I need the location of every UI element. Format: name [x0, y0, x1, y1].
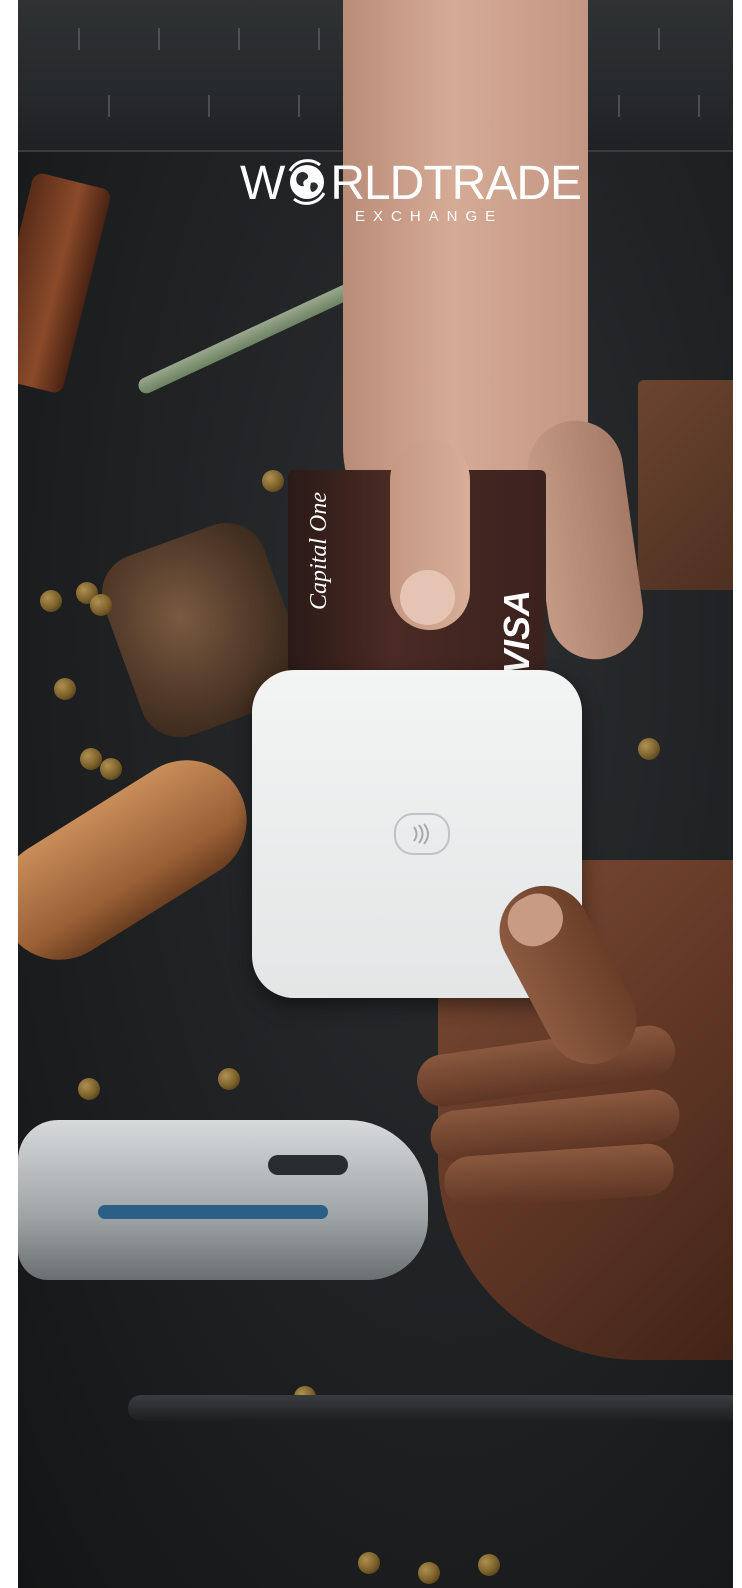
splash-screen: Capital One VISA	[18, 0, 733, 1588]
card-issuer-text: Capital One	[306, 492, 332, 610]
background-leather-tag	[18, 171, 113, 395]
background-strap	[128, 1395, 733, 1421]
background-mallet-handle	[18, 737, 270, 983]
brand-name-part2: RLDTRADE	[330, 157, 582, 210]
contactless-icon	[394, 813, 450, 855]
brand-logo: W RLDTRADE EXCHANGE	[240, 148, 620, 232]
background-leather-piece	[638, 380, 733, 590]
background-knife	[18, 1120, 428, 1280]
brand-tagline: EXCHANGE	[355, 208, 504, 225]
card-network-text: VISA	[496, 590, 537, 675]
globe-icon	[284, 159, 330, 205]
brand-name-part1: W	[240, 157, 285, 210]
background-pencil	[135, 280, 361, 396]
brand-name: W RLDTRADE	[240, 156, 582, 211]
top-hand-thumbnail	[400, 570, 455, 625]
